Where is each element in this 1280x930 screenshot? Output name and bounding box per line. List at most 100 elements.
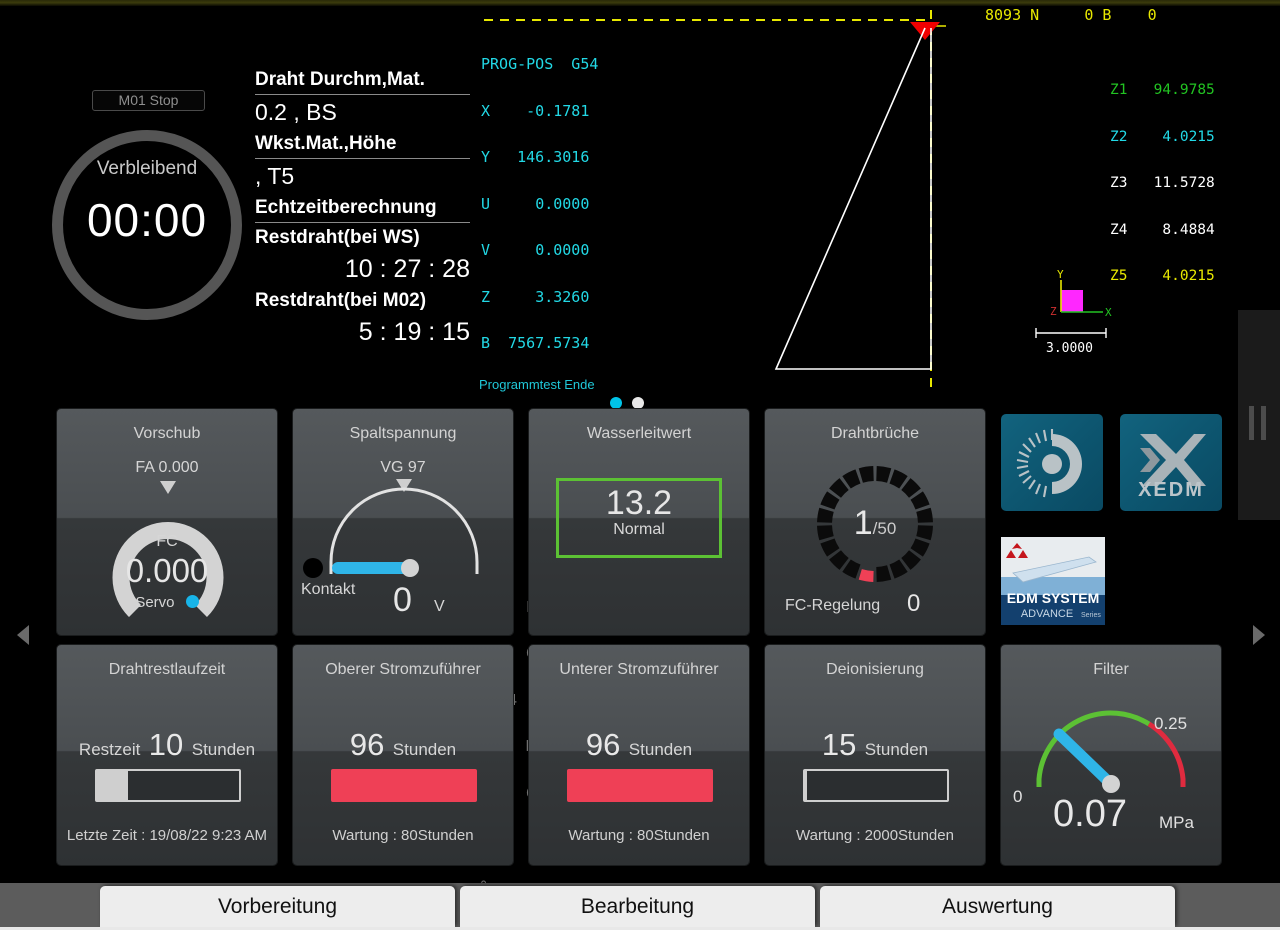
toolpath-shape bbox=[774, 27, 932, 370]
mitsubishi-banner-icon: EDM SYSTEM ADVANCE Series bbox=[1001, 537, 1105, 625]
filter-min-label: 0 bbox=[1013, 787, 1023, 806]
realtime-calc-header: Echtzeitberechnung bbox=[255, 196, 470, 223]
axis-x-label: X bbox=[1105, 306, 1112, 319]
xedm-logo-text: XEDM bbox=[1138, 479, 1204, 501]
spaltspannung-voltage-value: 0 bbox=[393, 581, 412, 619]
axis-b-value: 7567.5734 bbox=[508, 334, 590, 352]
remaining-time-label: Verbleibend bbox=[96, 158, 198, 179]
b-label: 0 B bbox=[1084, 6, 1112, 24]
axis-y-label: Y bbox=[1057, 268, 1064, 281]
wasserleitwert-status-box: 13.2 Normal bbox=[556, 478, 722, 558]
z2-label: Z2 bbox=[1110, 128, 1128, 145]
tab-bearbeitung[interactable]: Bearbeitung bbox=[460, 886, 815, 927]
page-dot-active[interactable] bbox=[610, 397, 622, 409]
donut-segment-active bbox=[858, 569, 874, 582]
vorschub-fc-label: FC bbox=[156, 533, 178, 550]
page-dot-inactive[interactable] bbox=[632, 397, 644, 409]
prev-page-arrow-icon[interactable] bbox=[17, 625, 29, 645]
filter-value: 0.07 bbox=[1053, 793, 1127, 835]
vorschub-setpoint-marker-icon bbox=[160, 481, 176, 494]
graphic-scale-label: 3.0000 bbox=[1046, 341, 1093, 356]
drahtrest-progress-bar bbox=[95, 769, 241, 802]
card-filter[interactable]: Filter 0 0.25 0.07 MPa bbox=[1001, 645, 1221, 865]
axis-u-value: 0.0000 bbox=[535, 194, 590, 213]
card-drahtrestlaufzeit-title: Drahtrestlaufzeit bbox=[108, 661, 226, 678]
axis-z-label: Z bbox=[1050, 305, 1057, 318]
deion-unit: Stunden bbox=[864, 740, 929, 759]
workpiece-header: Wkst.Mat.,Höhe bbox=[255, 132, 470, 159]
b-value: 0 bbox=[1147, 6, 1157, 24]
deion-progress-fill bbox=[805, 771, 808, 800]
axis-v-row: V 0.0000 bbox=[481, 241, 590, 259]
logo-tile-xedm[interactable]: XEDM bbox=[1120, 414, 1222, 511]
rest-wire-ws-header: Restdraht(bei WS) bbox=[255, 227, 420, 248]
z2-value: 4.0215 bbox=[1162, 128, 1215, 145]
next-page-arrow-icon[interactable] bbox=[1253, 625, 1265, 645]
block-count-value: 8093 N bbox=[985, 6, 1040, 24]
z4-label: Z4 bbox=[1110, 221, 1128, 238]
workpiece-value: , T5 bbox=[255, 163, 295, 189]
pause-icon bbox=[1249, 406, 1254, 440]
unterer-unit: Stunden bbox=[628, 740, 693, 759]
card-vorschub[interactable]: Vorschub FA 0.000 FC 0.000 Servo bbox=[57, 409, 277, 635]
tab-auswertung[interactable]: Auswertung bbox=[820, 886, 1175, 927]
unterer-progress-bar bbox=[567, 769, 713, 802]
program-test-status: Programmtest Ende bbox=[479, 377, 595, 392]
unterer-progress-fill bbox=[569, 771, 711, 800]
job-info-panel: Draht Durchm,Mat. 0.2 , BS Wkst.Mat.,Höh… bbox=[255, 68, 470, 352]
card-wasserleitwert[interactable]: Wasserleitwert 13.2 Normal bbox=[529, 409, 749, 635]
page-indicator[interactable] bbox=[610, 396, 656, 410]
drahtbrueche-fcreg-value: 0 bbox=[907, 590, 921, 617]
card-unterer-stromzufuehrer[interactable]: Unterer Stromzuführer 96 Stunden Wartung… bbox=[529, 645, 749, 865]
logo-tile-disc[interactable] bbox=[1001, 414, 1103, 511]
card-oberer-title: Oberer Stromzuführer bbox=[325, 661, 481, 678]
axis-y-value: 146.3016 bbox=[517, 148, 590, 166]
axis-b-row: B 7567.5734 bbox=[481, 334, 590, 352]
disc-logo-icon bbox=[1016, 429, 1082, 498]
deion-progress-bar bbox=[803, 769, 949, 802]
pause-button[interactable] bbox=[1238, 310, 1280, 520]
drahtrest-footer: Letzte Zeit : 19/08/22 9:23 AM bbox=[66, 827, 268, 844]
axis-z-row: Z 3.3260 bbox=[481, 287, 590, 306]
wasserleitwert-state: Normal bbox=[613, 521, 665, 538]
card-drahtbrueche-title: Drahtbrüche bbox=[830, 425, 920, 442]
z3-value: 11.5728 bbox=[1153, 175, 1215, 191]
tab-vorbereitung[interactable]: Vorbereitung bbox=[100, 886, 455, 927]
card-oberer-stromzufuehrer[interactable]: Oberer Stromzuführer 96 Stunden Wartung … bbox=[293, 645, 513, 865]
card-drahtbrueche[interactable]: Drahtbrüche 1/50 FC-Regelung 0 bbox=[765, 409, 985, 635]
drahtbrueche-fcreg-label: FC-Regelung bbox=[785, 597, 881, 614]
filter-gauge bbox=[1036, 710, 1186, 793]
card-drahtrestlaufzeit[interactable]: Drahtrestlaufzeit Restzeit 10 Stunden Le… bbox=[57, 645, 277, 865]
filter-unit: MPa bbox=[1159, 813, 1194, 832]
pause-icon bbox=[1261, 406, 1266, 440]
axis-u-row: U 0.0000 bbox=[481, 194, 590, 213]
card-vorschub-title: Vorschub bbox=[133, 425, 201, 442]
z5-value: 4.0215 bbox=[1162, 268, 1215, 284]
servo-status-indicator-icon bbox=[185, 595, 199, 608]
drahtrest-value: 10 bbox=[148, 727, 184, 762]
remaining-time-value: 00:00 bbox=[86, 194, 208, 246]
drahtbrueche-count: 1 bbox=[853, 504, 873, 542]
rest-wire-ws-value: 10 : 27 : 28 bbox=[344, 255, 470, 283]
z-offset-row: Z3 11.5728 bbox=[1110, 175, 1215, 192]
donut-segment bbox=[876, 466, 892, 483]
card-spaltspannung[interactable]: Spaltspannung VG 97 Kontakt 0 V bbox=[293, 409, 513, 635]
wasserleitwert-value: 13.2 bbox=[605, 484, 673, 522]
spaltspannung-vg-label: VG 97 bbox=[380, 459, 426, 476]
bottom-tab-bar: Vorbereitung Bearbeitung Auswertung bbox=[0, 883, 1280, 930]
card-deionisierung[interactable]: Deionisierung 15 Stunden Wartung : 2000S… bbox=[765, 645, 985, 865]
spaltspannung-slider-handle bbox=[401, 559, 419, 577]
cursor-marker bbox=[910, 22, 940, 40]
unterer-value: 96 bbox=[585, 727, 621, 762]
donut-segment bbox=[876, 565, 892, 582]
drahtrest-progress-fill bbox=[97, 771, 129, 800]
drahtbrueche-total: /50 bbox=[872, 519, 897, 538]
axis-v-value: 0.0000 bbox=[535, 241, 590, 259]
deion-footer: Wartung : 2000Stunden bbox=[796, 827, 954, 844]
logo-tile-mitsubishi[interactable]: EDM SYSTEM ADVANCE Series bbox=[1001, 537, 1105, 625]
axis-y-row: Y 146.3016 bbox=[481, 148, 590, 166]
vorschub-fa-label: FA 0.000 bbox=[135, 459, 199, 476]
spaltspannung-gauge bbox=[303, 479, 479, 578]
axis-orientation-indicator: Y X Z 3.0000 bbox=[1035, 268, 1112, 356]
m01-stop-button[interactable]: M01 Stop bbox=[92, 90, 205, 111]
